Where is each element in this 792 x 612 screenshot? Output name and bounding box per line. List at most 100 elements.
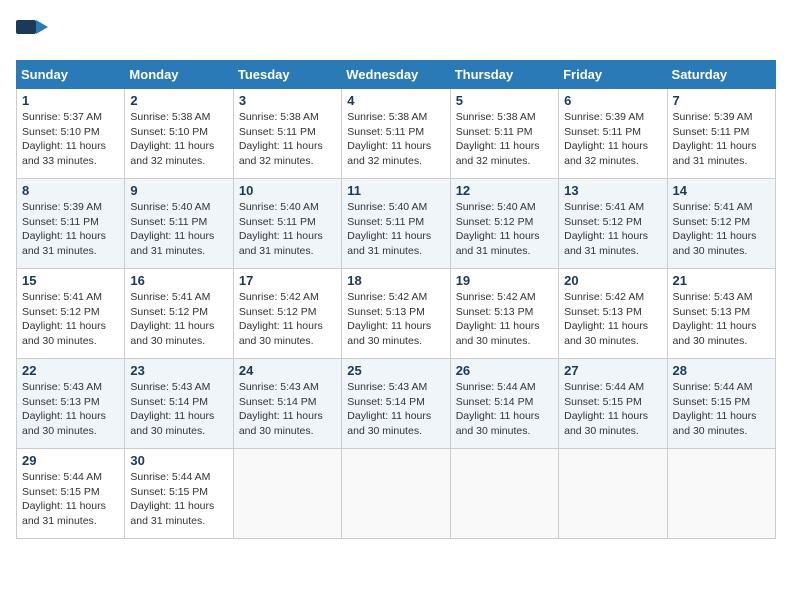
day-number: 8 [22, 183, 119, 198]
day-info: Sunrise: 5:44 AM Sunset: 5:14 PM Dayligh… [456, 380, 553, 439]
weekday-header: Saturday [667, 61, 775, 89]
calendar-cell: 17Sunrise: 5:42 AM Sunset: 5:12 PM Dayli… [233, 269, 341, 359]
calendar-cell: 29 Sunrise: 5:44 AM Sunset: 5:15 PM Dayli… [17, 449, 125, 539]
calendar-cell: 23 Sunrise: 5:43 AM Sunset: 5:14 PM Dayli… [125, 359, 233, 449]
calendar-cell: 15 Sunrise: 5:41 AM Sunset: 5:12 PM Dayli… [17, 269, 125, 359]
day-info: Sunrise: 5:41 AM Sunset: 5:12 PM Dayligh… [130, 290, 227, 349]
calendar-cell: 5 Sunrise: 5:38 AM Sunset: 5:11 PM Daylig… [450, 89, 558, 179]
day-number: 21 [673, 273, 770, 288]
day-number: 29 [22, 453, 119, 468]
weekday-header: Thursday [450, 61, 558, 89]
weekday-header: Wednesday [342, 61, 450, 89]
calendar-cell: 6 Sunrise: 5:39 AM Sunset: 5:11 PM Daylig… [559, 89, 667, 179]
calendar-cell: 24 Sunrise: 5:43 AM Sunset: 5:14 PM Dayli… [233, 359, 341, 449]
day-info: Sunrise: 5:42 AM Sunset: 5:13 PM Dayligh… [456, 290, 553, 349]
calendar-cell: 8 Sunrise: 5:39 AM Sunset: 5:11 PM Daylig… [17, 179, 125, 269]
calendar-cell: 7 Sunrise: 5:39 AM Sunset: 5:11 PM Daylig… [667, 89, 775, 179]
day-info: Sunrise: 5:41 AM Sunset: 5:12 PM Dayligh… [673, 200, 770, 259]
calendar-cell: 20 Sunrise: 5:42 AM Sunset: 5:13 PM Dayli… [559, 269, 667, 359]
day-number: 30 [130, 453, 227, 468]
day-info: Sunrise: 5:40 AM Sunset: 5:11 PM Dayligh… [347, 200, 444, 259]
calendar-cell: 28 Sunrise: 5:44 AM Sunset: 5:15 PM Dayli… [667, 359, 775, 449]
day-number: 24 [239, 363, 336, 378]
day-number: 22 [22, 363, 119, 378]
calendar-cell: 9Sunrise: 5:40 AM Sunset: 5:11 PM Daylig… [125, 179, 233, 269]
calendar-table: SundayMondayTuesdayWednesdayThursdayFrid… [16, 60, 776, 539]
day-number: 20 [564, 273, 661, 288]
calendar-cell: 30 Sunrise: 5:44 AM Sunset: 5:15 PM Dayli… [125, 449, 233, 539]
calendar-cell [559, 449, 667, 539]
day-info: Sunrise: 5:39 AM Sunset: 5:11 PM Dayligh… [22, 200, 119, 259]
calendar-cell [233, 449, 341, 539]
day-number: 7 [673, 93, 770, 108]
calendar-cell: 25 Sunrise: 5:43 AM Sunset: 5:14 PM Dayli… [342, 359, 450, 449]
day-number: 11 [347, 183, 444, 198]
day-number: 13 [564, 183, 661, 198]
day-number: 26 [456, 363, 553, 378]
day-info: Sunrise: 5:44 AM Sunset: 5:15 PM Dayligh… [673, 380, 770, 439]
day-number: 5 [456, 93, 553, 108]
weekday-header: Friday [559, 61, 667, 89]
calendar-cell: 16 Sunrise: 5:41 AM Sunset: 5:12 PM Dayli… [125, 269, 233, 359]
day-number: 19 [456, 273, 553, 288]
day-info: Sunrise: 5:37 AM Sunset: 5:10 PM Dayligh… [22, 110, 119, 169]
day-number: 15 [22, 273, 119, 288]
day-number: 28 [673, 363, 770, 378]
calendar-cell: 10 Sunrise: 5:40 AM Sunset: 5:11 PM Dayli… [233, 179, 341, 269]
calendar-cell: 3 Sunrise: 5:38 AM Sunset: 5:11 PM Daylig… [233, 89, 341, 179]
day-number: 16 [130, 273, 227, 288]
day-info: Sunrise: 5:41 AM Sunset: 5:12 PM Dayligh… [22, 290, 119, 349]
day-info: Sunrise: 5:39 AM Sunset: 5:11 PM Dayligh… [673, 110, 770, 169]
day-info: Sunrise: 5:44 AM Sunset: 5:15 PM Dayligh… [564, 380, 661, 439]
weekday-header: Tuesday [233, 61, 341, 89]
calendar-cell: 14 Sunrise: 5:41 AM Sunset: 5:12 PM Dayli… [667, 179, 775, 269]
calendar-cell: 4 Sunrise: 5:38 AM Sunset: 5:11 PM Daylig… [342, 89, 450, 179]
day-info: Sunrise: 5:42 AM Sunset: 5:13 PM Dayligh… [564, 290, 661, 349]
calendar-cell: 1 Sunrise: 5:37 AM Sunset: 5:10 PM Daylig… [17, 89, 125, 179]
weekday-header: Sunday [17, 61, 125, 89]
day-number: 1 [22, 93, 119, 108]
logo-icon [16, 16, 48, 48]
day-info: Sunrise: 5:38 AM Sunset: 5:10 PM Dayligh… [130, 110, 227, 169]
day-info: Sunrise: 5:44 AM Sunset: 5:15 PM Dayligh… [22, 470, 119, 529]
day-number: 10 [239, 183, 336, 198]
day-number: 25 [347, 363, 444, 378]
day-number: 3 [239, 93, 336, 108]
day-info: Sunrise: 5:41 AM Sunset: 5:12 PM Dayligh… [564, 200, 661, 259]
day-info: Sunrise: 5:43 AM Sunset: 5:14 PM Dayligh… [130, 380, 227, 439]
day-info: Sunrise: 5:43 AM Sunset: 5:14 PM Dayligh… [347, 380, 444, 439]
day-number: 14 [673, 183, 770, 198]
day-info: Sunrise: 5:38 AM Sunset: 5:11 PM Dayligh… [239, 110, 336, 169]
calendar-cell [667, 449, 775, 539]
day-number: 23 [130, 363, 227, 378]
day-info: Sunrise: 5:40 AM Sunset: 5:12 PM Dayligh… [456, 200, 553, 259]
weekday-header: Monday [125, 61, 233, 89]
calendar-cell [342, 449, 450, 539]
logo [16, 16, 52, 48]
day-number: 4 [347, 93, 444, 108]
calendar-cell: 2 Sunrise: 5:38 AM Sunset: 5:10 PM Daylig… [125, 89, 233, 179]
calendar-cell: 11 Sunrise: 5:40 AM Sunset: 5:11 PM Dayli… [342, 179, 450, 269]
day-number: 9 [130, 183, 227, 198]
day-info: Sunrise: 5:44 AM Sunset: 5:15 PM Dayligh… [130, 470, 227, 529]
day-number: 2 [130, 93, 227, 108]
calendar-cell: 19 Sunrise: 5:42 AM Sunset: 5:13 PM Dayli… [450, 269, 558, 359]
day-info: Sunrise: 5:39 AM Sunset: 5:11 PM Dayligh… [564, 110, 661, 169]
day-number: 17 [239, 273, 336, 288]
day-info: Sunrise: 5:43 AM Sunset: 5:14 PM Dayligh… [239, 380, 336, 439]
calendar-cell: 12 Sunrise: 5:40 AM Sunset: 5:12 PM Dayli… [450, 179, 558, 269]
day-number: 12 [456, 183, 553, 198]
day-number: 6 [564, 93, 661, 108]
calendar-body: 1 Sunrise: 5:37 AM Sunset: 5:10 PM Daylig… [17, 89, 776, 539]
calendar-cell [450, 449, 558, 539]
day-info: Sunrise: 5:43 AM Sunset: 5:13 PM Dayligh… [22, 380, 119, 439]
day-info: Sunrise: 5:43 AM Sunset: 5:13 PM Dayligh… [673, 290, 770, 349]
calendar-cell: 27Sunrise: 5:44 AM Sunset: 5:15 PM Dayli… [559, 359, 667, 449]
day-info: Sunrise: 5:38 AM Sunset: 5:11 PM Dayligh… [456, 110, 553, 169]
calendar-cell: 21 Sunrise: 5:43 AM Sunset: 5:13 PM Dayli… [667, 269, 775, 359]
day-info: Sunrise: 5:40 AM Sunset: 5:11 PM Dayligh… [239, 200, 336, 259]
page-header [16, 16, 776, 48]
day-number: 18 [347, 273, 444, 288]
calendar-cell: 13 Sunrise: 5:41 AM Sunset: 5:12 PM Dayli… [559, 179, 667, 269]
day-info: Sunrise: 5:38 AM Sunset: 5:11 PM Dayligh… [347, 110, 444, 169]
